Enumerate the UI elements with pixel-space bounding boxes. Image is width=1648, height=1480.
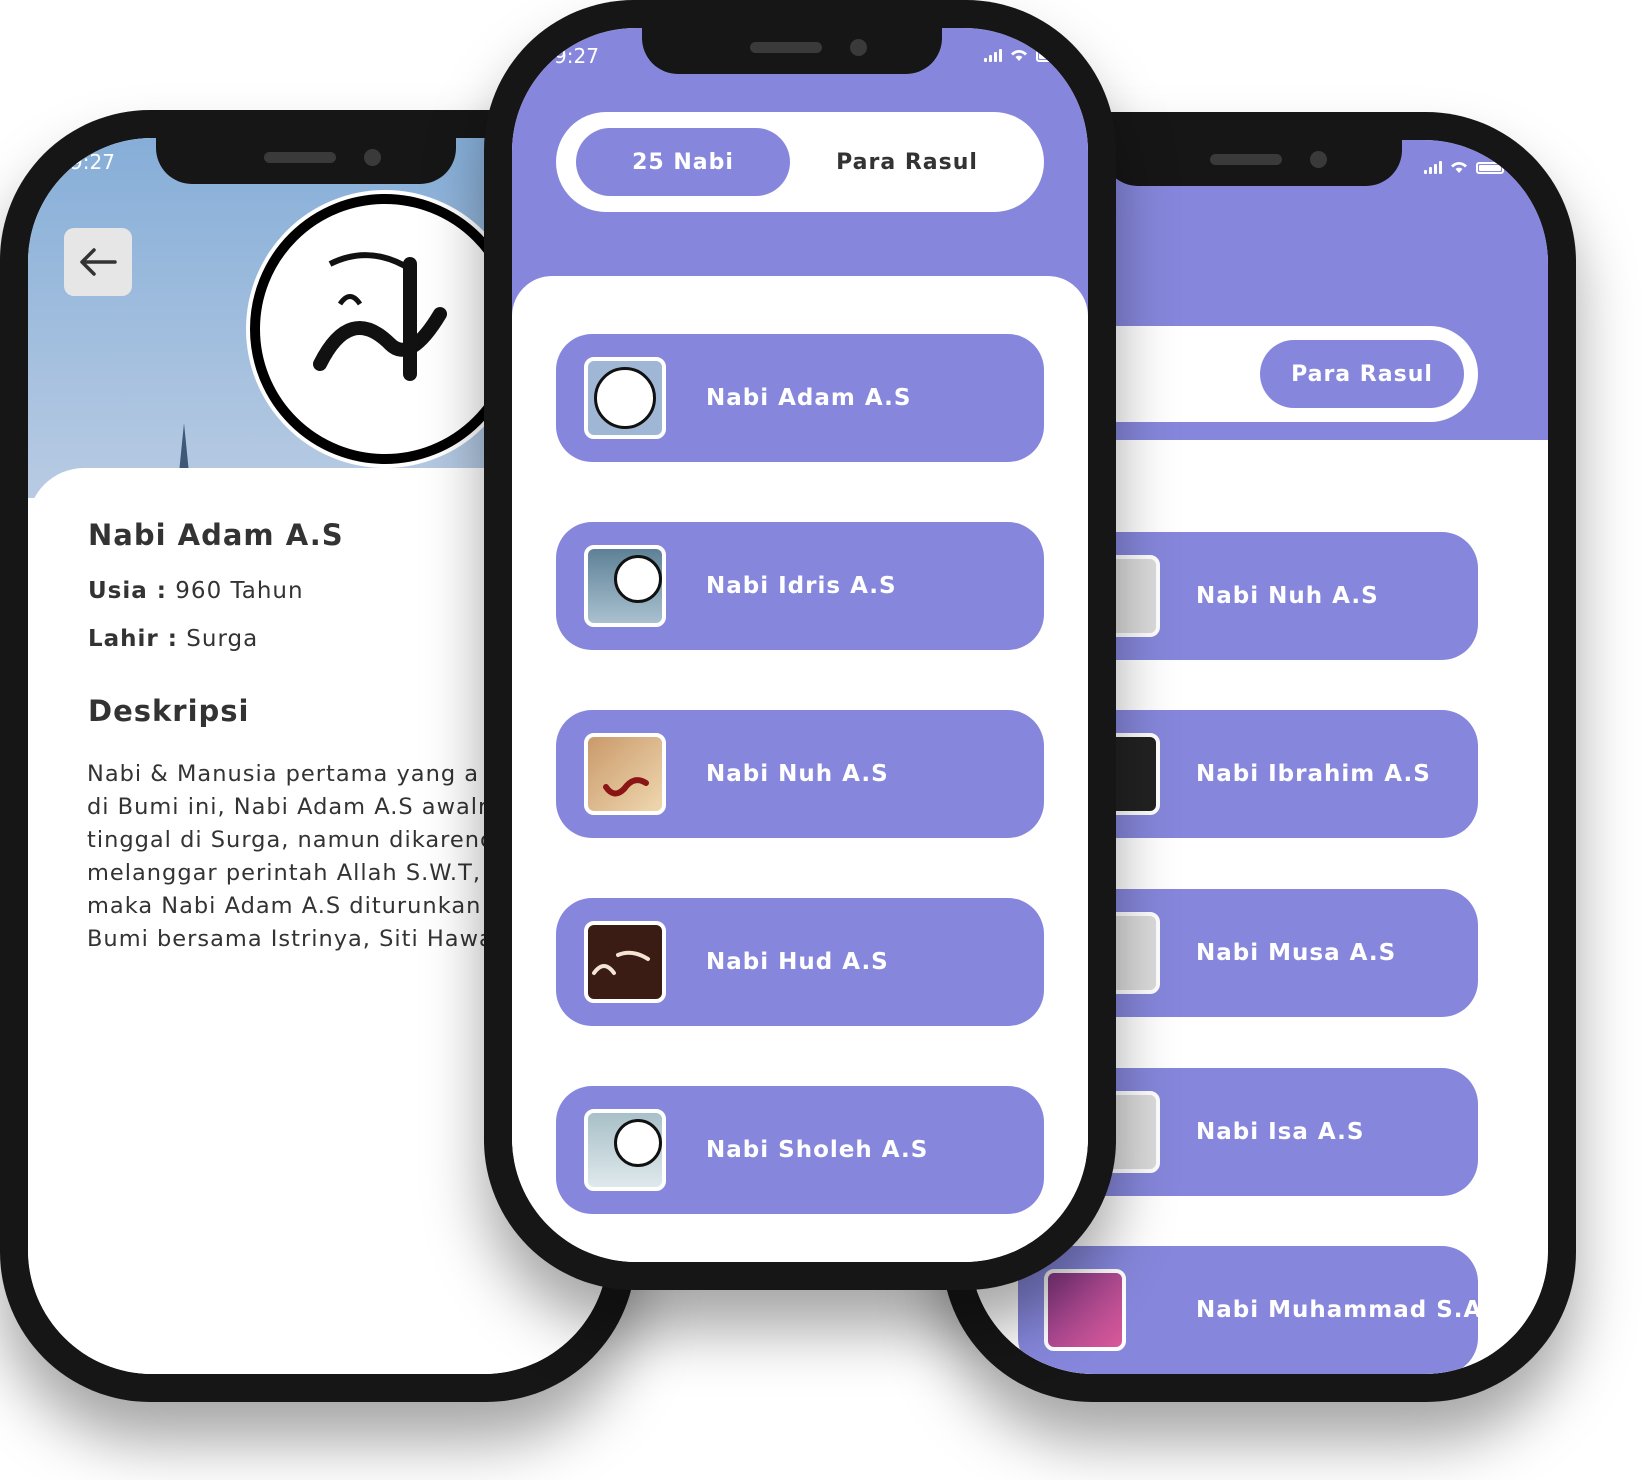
list-item[interactable]: Nabi Adam A.S [556,334,1044,462]
prophet-thumbnail [584,545,666,627]
prophet-thumbnail [584,733,666,815]
battery-icon [1476,162,1504,174]
phone-nabi-list: 9:27 25 Nabi Para Rasul Nabi Adam A.S Na… [484,0,1116,1290]
list-item[interactable]: Nabi Nuh A.S [556,710,1044,838]
tab-para-rasul[interactable]: Para Rasul [1260,340,1464,408]
born-row: Lahir : Surga [88,626,258,652]
notch [1102,140,1402,186]
item-label: Nabi Adam A.S [706,385,912,411]
item-label: Nabi Hud A.S [706,949,889,975]
prophet-thumbnail [584,357,666,439]
item-label: Nabi Sholeh A.S [706,1137,929,1163]
list-item[interactable]: Nabi Muhammad S.A.W [1018,1246,1518,1374]
status-time: 9:27 [554,44,599,68]
age-value: 960 Tahun [175,578,304,604]
list-panel: Nabi Adam A.S Nabi Idris A.S Nabi Nuh A.… [512,276,1088,1262]
segment-tabs: 25 Nabi Para Rasul [556,112,1044,212]
arrow-left-icon [80,248,117,276]
item-label: Nabi Idris A.S [706,573,897,599]
tab-25-nabi[interactable]: 25 Nabi [576,128,791,196]
signal-icon [984,49,1002,62]
item-label: Nabi Ibrahim A.S [1196,761,1431,787]
age-row: Usia : 960 Tahun [88,578,304,604]
list-item[interactable]: Nabi Hud A.S [556,898,1044,1026]
prophet-thumbnail [584,921,666,1003]
battery-icon [1036,50,1064,62]
wifi-icon [1011,50,1027,61]
prophet-thumbnail [1044,1269,1126,1351]
status-time: 9:27 [70,150,115,174]
description-heading: Deskripsi [88,694,250,728]
notch [642,28,942,74]
born-label: Lahir : [88,626,178,652]
signal-icon [1424,161,1442,174]
item-label: Nabi Muhammad S.A.W [1196,1297,1519,1323]
age-label: Usia : [88,578,167,604]
item-label: Nabi Nuh A.S [706,761,889,787]
minaret-silhouette [179,423,189,473]
status-icons [984,48,1064,62]
item-label: Nabi Nuh A.S [1196,583,1379,609]
back-button[interactable] [64,228,132,296]
notch [156,138,456,184]
prophet-name: Nabi Adam A.S [88,518,344,552]
status-icons [1424,160,1504,174]
nabi-screen: 9:27 25 Nabi Para Rasul Nabi Adam A.S Na… [512,28,1088,1262]
wifi-icon [1451,162,1467,173]
tab-para-rasul[interactable]: Para Rasul [790,128,1024,196]
item-label: Nabi Musa A.S [1196,940,1397,966]
list-item[interactable]: Nabi Sholeh A.S [556,1086,1044,1214]
list-item[interactable]: Nabi Idris A.S [556,522,1044,650]
item-label: Nabi Isa A.S [1196,1119,1365,1145]
calligraphy-medallion [250,194,520,464]
born-value: Surga [186,626,259,652]
prophet-thumbnail [584,1109,666,1191]
